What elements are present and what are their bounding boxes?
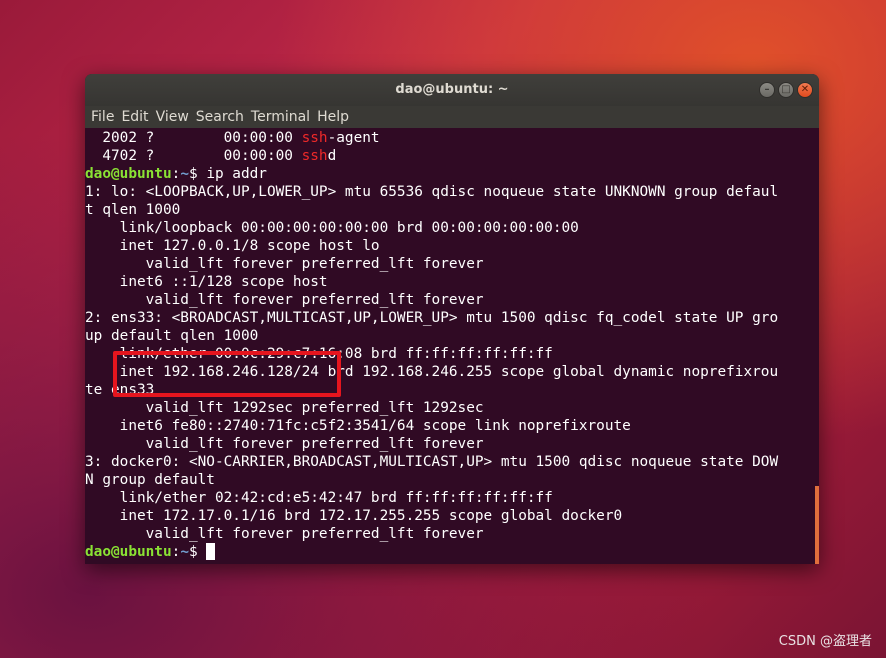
output-line: link/loopback 00:00:00:00:00:00 brd 00:0…: [85, 220, 579, 236]
prompt-user: dao@ubuntu: [85, 166, 172, 182]
terminal-window: dao@ubuntu: ~ – □ ✕ File Edit View Searc…: [85, 74, 819, 564]
ps-pid: 4702 ? 00:00:00: [85, 148, 302, 164]
output-line: valid_lft forever preferred_lft forever: [85, 436, 484, 452]
prompt-sep: :: [171, 166, 181, 182]
terminal-output[interactable]: 2002 ? 00:00:00 ssh-agent 4702 ? 00:00:0…: [85, 128, 819, 564]
minimize-button[interactable]: –: [759, 82, 775, 98]
output-line: up default qlen 1000: [85, 328, 259, 344]
prompt-end: $: [188, 166, 207, 182]
menu-terminal[interactable]: Terminal: [251, 109, 315, 125]
output-line: t qlen 1000: [85, 202, 181, 218]
menu-edit[interactable]: Edit: [121, 109, 153, 125]
ps-cmd-rest: d: [327, 148, 337, 164]
command-text: ip addr: [206, 166, 267, 182]
output-line: 2: ens33: <BROADCAST,MULTICAST,UP,LOWER_…: [85, 310, 779, 326]
output-line: inet 172.17.0.1/16 brd 172.17.255.255 sc…: [85, 508, 623, 524]
output-line: N group default: [85, 472, 215, 488]
watermark: CSDN @盗理者: [778, 634, 872, 649]
prompt-path: ~: [180, 166, 189, 182]
highlight-box: [113, 351, 341, 397]
output-line: valid_lft forever preferred_lft forever: [85, 256, 484, 272]
output-line: valid_lft 1292sec preferred_lft 1292sec: [85, 400, 484, 416]
menu-help[interactable]: Help: [317, 109, 354, 125]
menu-file[interactable]: File: [91, 109, 119, 125]
menu-bar: File Edit View Search Terminal Help: [85, 106, 819, 128]
output-line: 1: lo: <LOOPBACK,UP,LOWER_UP> mtu 65536 …: [85, 184, 779, 200]
scrollbar[interactable]: [815, 486, 819, 564]
ps-cmd-match: ssh: [301, 148, 328, 164]
prompt-line: dao@ubuntu:~$ ip addr: [85, 165, 819, 183]
maximize-button[interactable]: □: [778, 82, 794, 98]
ps-cmd-rest: -agent: [327, 130, 380, 146]
ps-pid: 2002 ? 00:00:00: [85, 130, 302, 146]
text-cursor: [206, 543, 215, 560]
menu-view[interactable]: View: [156, 109, 194, 125]
output-line: 3: docker0: <NO-CARRIER,BROADCAST,MULTIC…: [85, 454, 779, 470]
output-line: valid_lft forever preferred_lft forever: [85, 292, 484, 308]
prompt-path: ~: [180, 544, 189, 560]
output-line: valid_lft forever preferred_lft forever: [85, 526, 484, 542]
menu-search[interactable]: Search: [196, 109, 249, 125]
output-line: inet6 ::1/128 scope host: [85, 274, 328, 290]
window-title: dao@ubuntu: ~: [395, 82, 509, 97]
prompt-end: $: [188, 544, 207, 560]
close-button[interactable]: ✕: [797, 82, 813, 98]
window-controls: – □ ✕: [759, 82, 813, 98]
output-line: link/ether 02:42:cd:e5:42:47 brd ff:ff:f…: [85, 490, 553, 506]
ps-line: 2002 ? 00:00:00 ssh-agent: [85, 129, 819, 147]
ps-line: 4702 ? 00:00:00 sshd: [85, 147, 819, 165]
prompt-user: dao@ubuntu: [85, 544, 172, 560]
ps-cmd-match: ssh: [301, 130, 328, 146]
prompt-sep: :: [171, 544, 181, 560]
output-line: inet 127.0.0.1/8 scope host lo: [85, 238, 380, 254]
title-bar[interactable]: dao@ubuntu: ~ – □ ✕: [85, 74, 819, 106]
output-line: inet6 fe80::2740:71fc:c5f2:3541/64 scope…: [85, 418, 631, 434]
prompt-line: dao@ubuntu:~$: [85, 543, 819, 561]
